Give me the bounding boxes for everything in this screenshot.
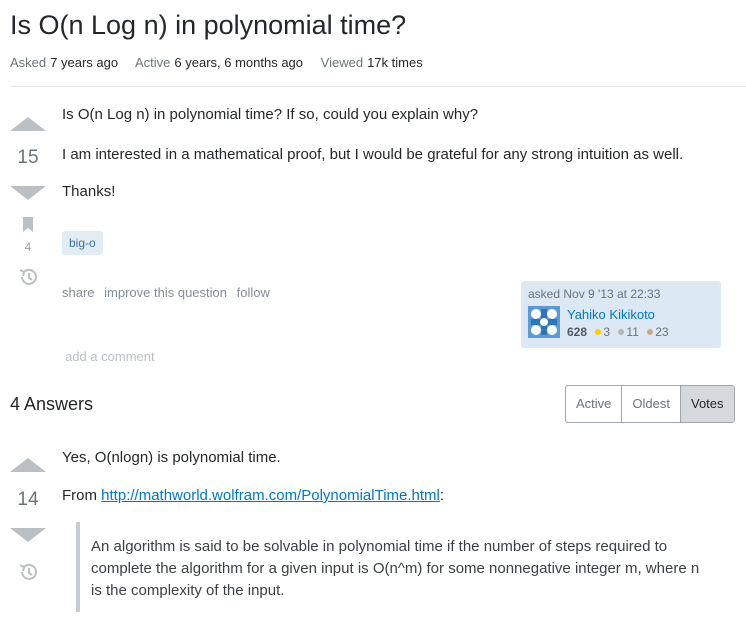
vote-count: 14 [17,489,39,510]
asked-label: Asked [10,55,47,70]
answers-count-heading: 4 Answers [10,394,94,414]
answer-sort-tabs: Active Oldest Votes [565,385,735,423]
tab-votes[interactable]: Votes [680,386,734,422]
silver-badge-count: 11 [626,325,639,339]
improve-question-link[interactable]: improve this question [104,285,227,300]
silver-badge-icon [618,329,625,336]
downvote-button[interactable] [10,186,46,200]
bronze-badge-count: 23 [655,325,669,339]
source-link[interactable]: http://mathworld.wolfram.com/PolynomialT… [101,487,440,504]
blockquote-bar [76,522,80,612]
colon-text: : [439,487,445,504]
post-menu: share improve this question follow [62,285,276,300]
question-paragraph: Thanks! [62,183,116,200]
from-label: From [62,487,102,504]
bronze-badge-icon [647,329,654,336]
share-link[interactable]: share [62,285,95,300]
add-comment-link[interactable]: add a comment [65,349,155,364]
reputation-score: 628 [567,325,588,339]
page-title: Is O(n Log n) in polynomial time? [10,10,407,40]
viewed-label: Viewed [320,55,364,70]
question-paragraph: Is O(n Log n) in polynomial time? If so,… [62,106,479,123]
follow-link[interactable]: follow [237,285,270,300]
tab-active[interactable]: Active [566,386,623,422]
answer-source-line: From http://mathworld.wolfram.com/Polyno… [62,487,444,504]
answer-paragraph: Yes, O(nlogn) is polynomial time. [62,449,281,466]
blockquote-text: An algorithm is said to be solvable in p… [91,538,700,599]
viewed-value: 17k times [367,55,423,70]
gold-badge-icon [595,329,602,336]
downvote-button[interactable] [10,528,46,542]
history-icon[interactable] [17,561,39,583]
history-icon[interactable] [17,266,39,288]
tab-oldest[interactable]: Oldest [622,386,681,422]
upvote-button[interactable] [10,458,46,472]
bookmark-count: 4 [24,240,32,254]
active-label: Active [134,55,171,70]
user-name-link[interactable]: Yahiko Kikikoto [567,307,655,322]
avatar[interactable] [528,306,560,338]
vote-count: 15 [17,147,39,168]
active-value: 6 years, 6 months ago [174,55,304,70]
upvote-button[interactable] [10,117,46,131]
divider [10,86,746,87]
user-reputation: 628 3 11 23 [567,325,669,339]
asked-timestamp: asked Nov 9 '13 at 22:33 [528,287,661,301]
question-paragraph: I am interested in a mathematical proof,… [62,146,684,163]
bookmark-icon[interactable] [21,216,35,234]
question-meta: Asked 7 years ago Active 6 years, 6 months… [10,55,437,70]
asked-value: 7 years ago [50,55,119,70]
gold-badge-count: 3 [603,325,611,339]
user-card: asked Nov 9 '13 at 22:33 Yahiko Kikikoto… [521,281,721,348]
tag-big-o[interactable]: big-o [62,231,103,255]
